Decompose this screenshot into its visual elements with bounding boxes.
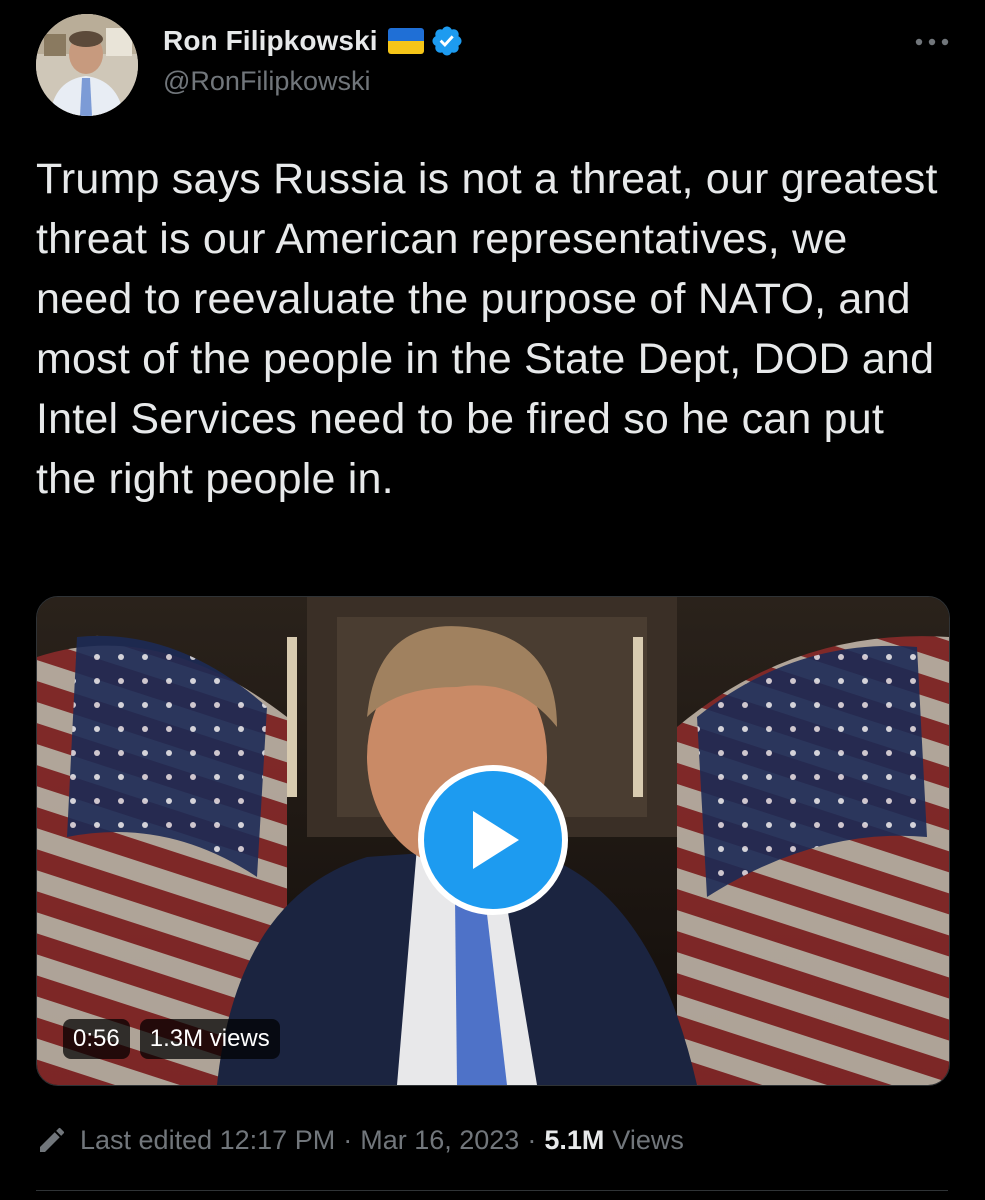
author-avatar[interactable] <box>36 14 138 116</box>
views-count[interactable]: 5.1M <box>544 1125 604 1156</box>
tweet-time[interactable]: 12:17 PM <box>220 1125 336 1156</box>
separator: · <box>527 1124 537 1155</box>
edited-label[interactable]: Last edited <box>80 1125 212 1156</box>
more-dots-icon <box>915 38 949 46</box>
views-label: Views <box>612 1124 684 1155</box>
play-icon <box>473 811 519 869</box>
avatar-photo <box>36 14 138 116</box>
play-button[interactable] <box>418 765 568 915</box>
divider <box>36 1190 948 1191</box>
ukraine-flag-icon <box>387 28 424 54</box>
verified-badge-icon <box>432 26 462 56</box>
more-options-button[interactable] <box>906 22 958 62</box>
tweet-date[interactable]: Mar 16, 2023 <box>360 1125 519 1156</box>
edit-pencil-icon <box>36 1124 68 1156</box>
video-views: 1.3M views <box>139 1019 280 1059</box>
video-duration: 0:56 <box>63 1019 130 1059</box>
tweet-text: Trump says Russia is not a threat, our g… <box>36 155 938 503</box>
video-badges: 0:56 1.3M views <box>63 1019 280 1059</box>
separator: · <box>343 1124 353 1155</box>
author-name-row: Ron Filipkowski <box>163 24 464 58</box>
video-player[interactable]: 0:56 1.3M views <box>36 596 950 1086</box>
author-name[interactable]: Ron Filipkowski <box>163 25 378 57</box>
tweet: Ron Filipkowski @RonFilipkowski Trump sa… <box>0 0 985 1200</box>
tweet-meta: Last edited 12:17 PM · Mar 16, 2023 · 5.… <box>36 1120 684 1160</box>
author-handle[interactable]: @RonFilipkowski <box>163 66 370 97</box>
